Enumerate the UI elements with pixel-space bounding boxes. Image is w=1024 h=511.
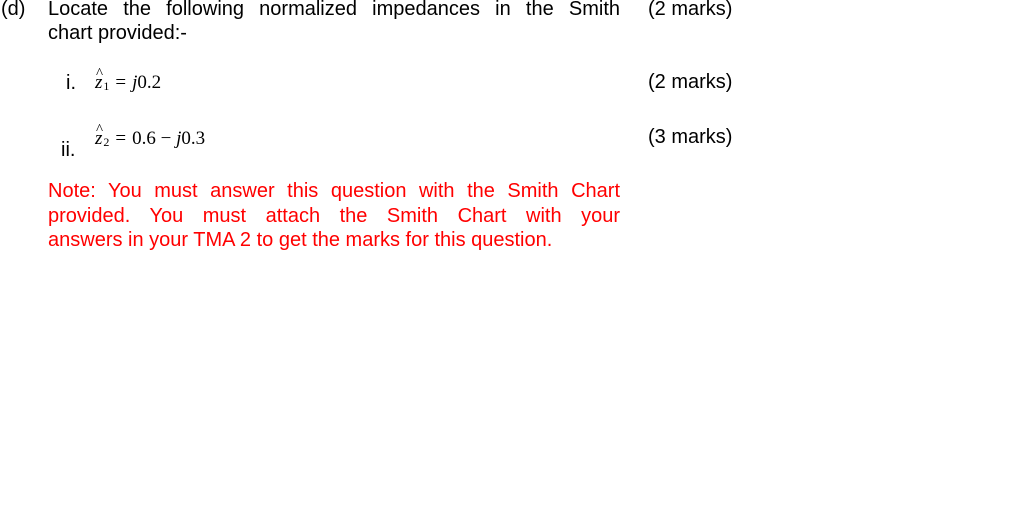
question-label: (d) (1, 0, 26, 20)
equals-sign: = (115, 128, 127, 149)
item-label: i. (66, 72, 76, 94)
item-label: ii. (61, 139, 76, 161)
hat-accent: ^ (96, 66, 104, 82)
impedance-expression: ^ z1 = j0.2 (95, 66, 162, 95)
impedance-subscript: 2 (103, 135, 110, 149)
question-text: Locate the following normalized impedanc… (48, 0, 620, 45)
note-paragraph: Note: You must answer this question with… (48, 179, 620, 253)
impedance-value: 0.6 − j0.3 (132, 128, 206, 149)
question-marks: (2 marks) (648, 0, 733, 20)
note-line-2: provided. You must attach the Smith Char… (48, 204, 620, 227)
impedance-variable: ^ z (95, 66, 103, 94)
item-marks: (3 marks) (648, 126, 733, 148)
impedance-variable: ^ z (95, 122, 103, 150)
impedance-expression: ^ z2 = 0.6 − j0.3 (95, 122, 206, 151)
hat-accent: ^ (96, 122, 104, 138)
impedance-value: j0.2 (132, 72, 162, 93)
impedance-subscript: 1 (103, 79, 110, 93)
question-text-line-1: Locate the following normalized impedanc… (48, 0, 620, 20)
note-line-1: Note: You must answer this question with… (48, 180, 620, 202)
equals-sign: = (115, 72, 127, 93)
question-text-line-2: chart provided:- (48, 22, 187, 44)
item-marks: (2 marks) (648, 71, 733, 93)
note-line-3: answers in your TMA 2 to get the marks f… (48, 229, 553, 251)
